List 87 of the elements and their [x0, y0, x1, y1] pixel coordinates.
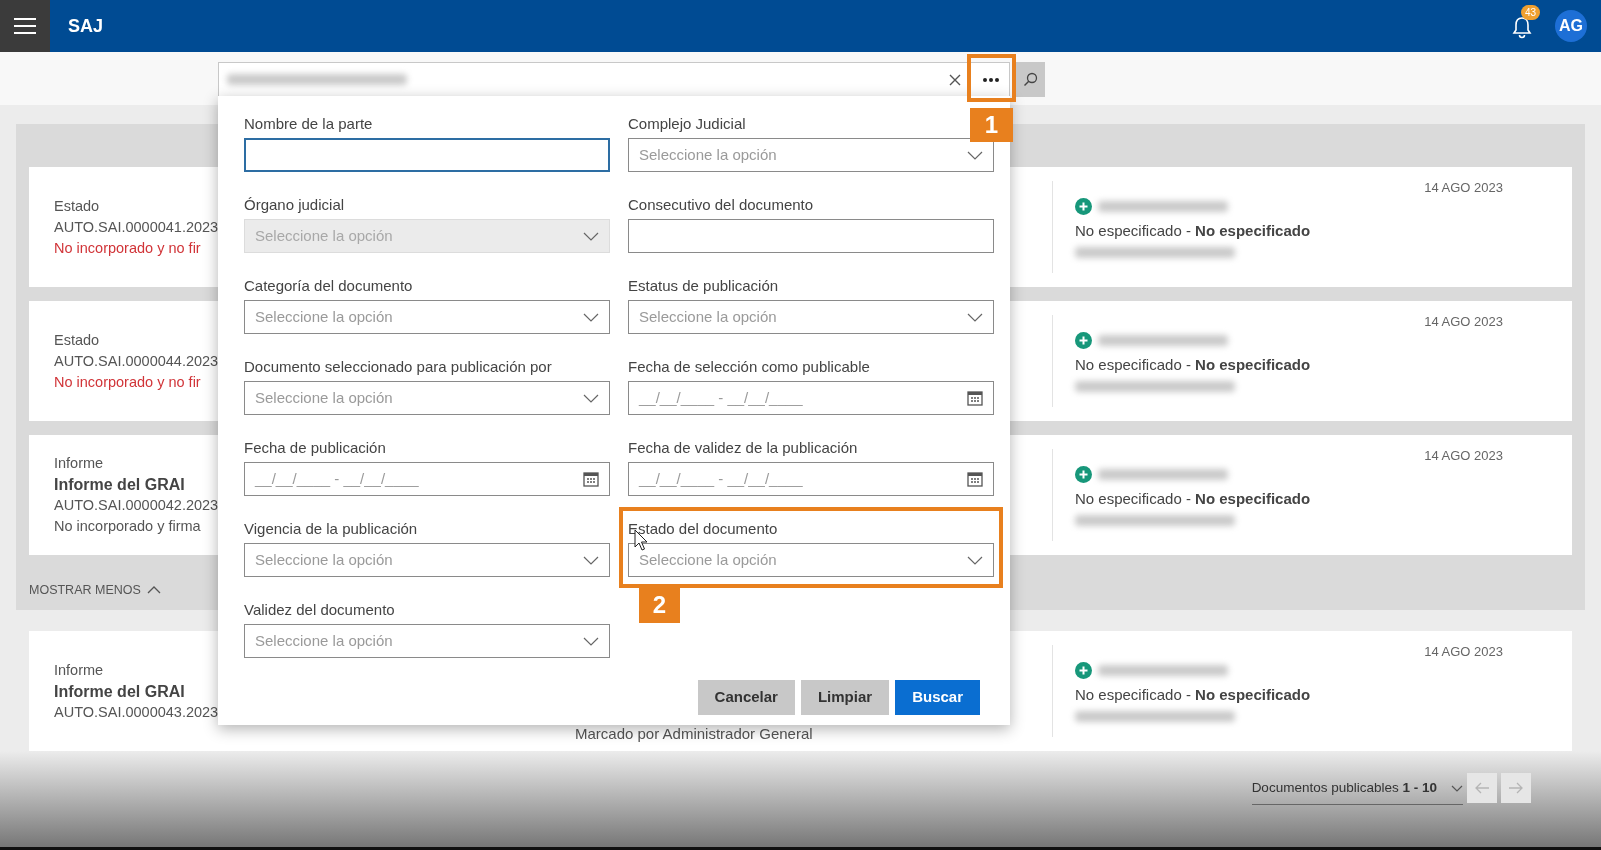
- date-range-field[interactable]: __/__/____ - __/__/____: [628, 381, 994, 415]
- chevron-icon: [967, 312, 983, 322]
- form-button[interactable]: Cancelar: [697, 680, 795, 715]
- field-label: Consecutivo del documento: [628, 195, 814, 215]
- add-icon[interactable]: [1075, 331, 1092, 349]
- search-button[interactable]: [1016, 62, 1045, 97]
- field-label: Estado del documento: [628, 519, 778, 539]
- bell-icon[interactable]: [1511, 14, 1533, 39]
- document-date: 14 AGO 2023: [1423, 313, 1503, 330]
- page-size-selector[interactable]: Documentos publicables 1 - 10: [1251, 773, 1463, 805]
- document-title: Informe del GRAI: [54, 475, 185, 495]
- notification-badge: 43: [1521, 5, 1541, 20]
- user-avatar[interactable]: AG: [1555, 10, 1587, 42]
- field-label: Fecha de validez de la publicación: [628, 438, 858, 458]
- arrow-right-icon: [1508, 782, 1524, 794]
- chevron-icon: [583, 393, 599, 403]
- field-label: Validez del documento: [244, 600, 395, 620]
- marked-by-text: Marcado por Administrador General: [575, 723, 813, 744]
- field-label: Categoría del documento: [244, 276, 413, 296]
- arrow-left-icon: [1474, 782, 1490, 794]
- select-field[interactable]: Seleccione la opción: [628, 300, 994, 334]
- calendar-icon[interactable]: [967, 390, 983, 406]
- document-type: Estado: [54, 330, 100, 350]
- chevron-icon: [583, 636, 599, 646]
- add-icon[interactable]: [1075, 661, 1092, 679]
- form-button[interactable]: Limpiar: [800, 680, 890, 715]
- chevron-icon: [583, 231, 599, 241]
- search-icon: [1023, 72, 1038, 87]
- select-field[interactable]: Seleccione la opción: [244, 624, 610, 658]
- chevron-icon: [967, 555, 983, 565]
- select-field[interactable]: Seleccione la opción: [628, 138, 994, 172]
- field-label: Fecha de publicación: [244, 438, 386, 458]
- party-text: No especificado - No especificado: [1075, 489, 1312, 509]
- more-icon: [983, 77, 999, 82]
- calendar-icon[interactable]: [583, 471, 599, 487]
- field-label: Documento seleccionado para publicación por: [244, 357, 552, 377]
- document-code: AUTO.SAI.0000043.2023: [54, 702, 219, 722]
- chevron-icon: [583, 312, 599, 322]
- toggle-label: MOSTRAR MENOS: [29, 582, 141, 599]
- input-field[interactable]: [628, 219, 994, 253]
- document-code: AUTO.SAI.0000044.2023: [54, 351, 219, 371]
- select-field[interactable]: Seleccione la opción: [244, 543, 610, 577]
- document-title: Informe del GRAI: [54, 681, 185, 702]
- search-button[interactable]: Buscar: [895, 680, 980, 715]
- menu-button[interactable]: [0, 0, 50, 52]
- show-less-toggle[interactable]: MOSTRAR MENOS: [29, 581, 161, 600]
- party-text: No especificado - No especificado: [1075, 221, 1312, 241]
- document-status: No incorporado y firma: [54, 517, 201, 536]
- field-label: Estatus de publicación: [628, 276, 779, 296]
- field-label: Fecha de selección como publicable: [628, 357, 870, 377]
- chevron-icon: [967, 150, 983, 160]
- select-field[interactable]: Seleccione la opción: [628, 543, 994, 577]
- document-type: Informe: [54, 454, 104, 473]
- date-range-field[interactable]: __/__/____ - __/__/____: [244, 462, 610, 496]
- select-field[interactable]: Seleccione la opción: [244, 381, 610, 415]
- document-status: No incorporado y no fir: [54, 238, 201, 258]
- add-icon[interactable]: [1075, 197, 1092, 215]
- search-field[interactable]: [218, 62, 1010, 97]
- input-field[interactable]: [244, 138, 610, 172]
- app-title: SAJ: [68, 14, 103, 38]
- party-text: No especificado - No especificado: [1075, 355, 1312, 375]
- field-label: Complejo Judicial: [628, 114, 746, 134]
- document-code: AUTO.SAI.0000042.2023: [54, 496, 219, 515]
- field-label: Órgano judicial: [244, 195, 345, 215]
- menu-icon: [14, 18, 36, 34]
- document-date: 14 AGO 2023: [1423, 643, 1503, 660]
- field-label: Nombre de la parte: [244, 114, 373, 134]
- select-field[interactable]: Seleccione la opción: [244, 300, 610, 334]
- document-code: AUTO.SAI.0000041.2023: [54, 217, 219, 237]
- document-status: No incorporado y no fir: [54, 372, 201, 392]
- callout-frame: [967, 54, 1016, 102]
- chevron-icon: [583, 555, 599, 565]
- document-type: Informe: [54, 660, 104, 680]
- field-label: Vigencia de la publicación: [244, 519, 418, 539]
- callout-badge: 1: [970, 108, 1013, 142]
- chevron-up-icon: [146, 586, 161, 595]
- callout-badge: 2: [639, 588, 680, 623]
- document-type: Estado: [54, 196, 100, 216]
- chevron-icon: [1451, 785, 1463, 792]
- add-icon[interactable]: [1075, 465, 1092, 483]
- close-icon[interactable]: [949, 73, 961, 86]
- document-date: 14 AGO 2023: [1423, 447, 1503, 464]
- pagination-label: Documentos publicables 1 - 10: [1251, 779, 1437, 798]
- document-date: 14 AGO 2023: [1423, 179, 1503, 196]
- party-text: No especificado - No especificado: [1075, 685, 1312, 705]
- date-range-field[interactable]: __/__/____ - __/__/____: [628, 462, 994, 496]
- calendar-icon[interactable]: [967, 471, 983, 487]
